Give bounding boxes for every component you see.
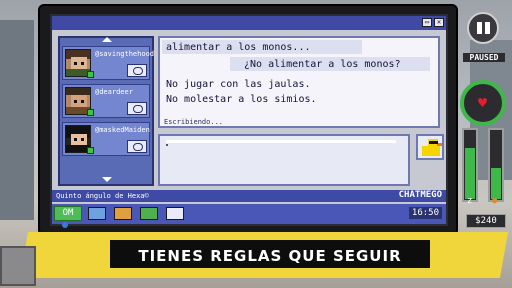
window-titlebar: ▭ ✕ (52, 16, 446, 30)
scroll-up-icon[interactable] (102, 37, 112, 42)
contact-name: @deardeer (95, 88, 133, 96)
power-led-icon (62, 222, 68, 228)
message-2: ¿No alimentar a los monos? (244, 59, 401, 70)
money-icon[interactable] (140, 207, 158, 220)
health-indicator: ♥ (460, 80, 506, 126)
contact-deardeer[interactable]: @deardeer (62, 84, 150, 118)
contact-name: @savingthehood (95, 50, 155, 58)
folder-icon[interactable] (114, 207, 132, 220)
banner-text: TIENES REGLAS QUE SEGUIR (138, 247, 402, 265)
logo-stamp-icon (0, 246, 36, 286)
online-status-icon (87, 147, 94, 154)
start-button[interactable]: OM (54, 206, 82, 221)
chat-bubble-button[interactable] (127, 102, 147, 115)
heart-icon: ♥ (478, 94, 488, 112)
taskbar: OM 16:50 (52, 204, 446, 224)
food-icon: ● (492, 196, 498, 206)
stat-bar-right-fill (491, 168, 501, 199)
message-1: alimentar a los monos... (166, 42, 311, 53)
duck-avatar-icon (416, 134, 444, 160)
online-status-icon (87, 71, 94, 78)
minimize-button[interactable]: ▭ (422, 18, 432, 27)
background-building (0, 20, 34, 220)
chat-bubble-button[interactable] (127, 64, 147, 77)
typing-indicator: Escribiendo... (164, 118, 224, 126)
money-counter: $240 (466, 214, 506, 228)
copyright-text: Quinto ángulo de Hexa© (56, 192, 149, 200)
online-status-icon (87, 109, 94, 116)
chat-window: ▭ ✕ @savingthehood @deardeer @maskedMaid… (50, 14, 448, 226)
stat-bar-right (488, 128, 504, 202)
taskbar-clock: 16:50 (408, 207, 442, 219)
monitor: ▭ ✕ @savingthehood @deardeer @maskedMaid… (38, 4, 458, 236)
stat-bar-left (462, 128, 478, 202)
message-4: No molestar a los simios. (166, 94, 317, 105)
message-3: No jugar con las jaulas. (166, 79, 311, 90)
game-icon[interactable] (166, 207, 184, 220)
stat-bar-left-fill (465, 148, 475, 199)
sleep-icon: z (467, 196, 473, 206)
message-input[interactable] (158, 134, 410, 186)
close-button[interactable]: ✕ (434, 18, 444, 27)
status-bar: Quinto ángulo de Hexa© CHATMEGO (52, 190, 446, 202)
mail-icon[interactable] (88, 207, 106, 220)
chat-bubble-button[interactable] (127, 140, 147, 153)
message-log: alimentar a los monos... ¿No alimentar a… (158, 36, 440, 128)
scroll-down-icon[interactable] (102, 177, 112, 182)
contact-savingthehood[interactable]: @savingthehood (62, 46, 154, 80)
contact-name: @maskedMaiden (95, 126, 150, 134)
contact-maskedmaiden[interactable]: @maskedMaiden (62, 122, 150, 156)
paused-label: PAUSED (463, 53, 505, 62)
pause-button[interactable] (467, 12, 499, 44)
contact-list: @savingthehood @deardeer @maskedMaiden (58, 36, 154, 186)
app-name: CHATMEGO (398, 190, 442, 200)
